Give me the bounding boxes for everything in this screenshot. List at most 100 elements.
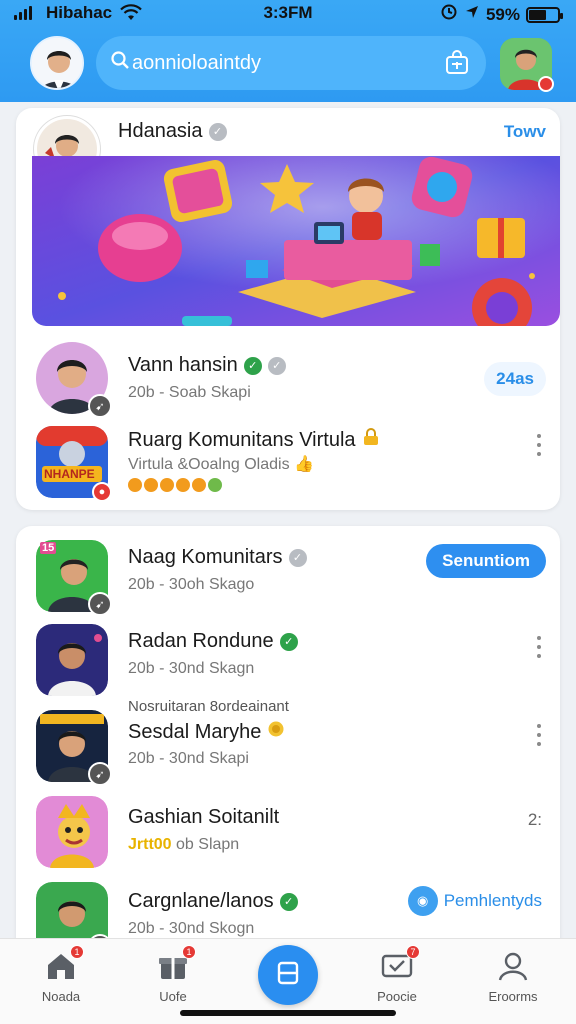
row-title: Vann hansin ✓ ✓ xyxy=(128,354,286,377)
trophy-icon xyxy=(267,720,285,744)
status-bar: Hibahac 3:3FM 59% xyxy=(0,0,576,28)
more-options-icon[interactable] xyxy=(534,724,544,746)
menu-icon xyxy=(275,960,301,991)
row-title-text: Cargnlane/lanos xyxy=(128,890,274,912)
more-options-icon[interactable] xyxy=(534,434,544,456)
lock-icon xyxy=(362,428,380,452)
row-subtitle: Virtula &Ooalng Oladis 👍 xyxy=(128,454,314,474)
row-subtitle-text: Virtula &Ooalng Oladis xyxy=(128,456,290,473)
search-bar[interactable] xyxy=(96,36,486,90)
app-header: Hibahac 3:3FM 59% xyxy=(0,0,576,102)
featured-card: ➹ Hdanasia ✓ Towv xyxy=(16,108,560,510)
nav-label: Uofe xyxy=(159,989,187,1004)
follow-icon[interactable]: ➹ xyxy=(88,592,112,616)
list-item[interactable]: 15 ➹ Naag Komunitars ✓ 20b - 30oh Skago … xyxy=(16,540,560,620)
community-link-text: Pemhlentyds xyxy=(443,891,542,910)
community-thumb xyxy=(36,796,108,868)
community-link-icon: ◉ xyxy=(407,886,438,916)
verified-icon: ✓ xyxy=(208,122,227,141)
user-avatar: ➹ xyxy=(36,342,112,418)
row-subtitle-text: ob Slapn xyxy=(176,836,240,853)
row-title-text: Vann hansin xyxy=(128,354,238,376)
verified-icon: ✓ xyxy=(267,356,286,375)
search-input[interactable] xyxy=(132,51,432,75)
reaction-icons xyxy=(128,478,222,492)
row-title: Ruarg Komunitans Virtula xyxy=(128,428,380,452)
time-button[interactable]: 24as xyxy=(484,362,546,396)
row-title: Gashian Soitanilt xyxy=(128,806,279,829)
community-thumb: NHANPE ● xyxy=(36,426,112,502)
verified-icon: ✓ xyxy=(243,356,262,375)
nav-label: Eroorms xyxy=(488,989,538,1004)
row-subtitle: 20b - 30nd Skagn xyxy=(128,660,255,677)
emoji-icon: 👍 xyxy=(294,456,314,473)
row-subtitle: 20b - Soab Skapi xyxy=(128,384,251,401)
row-subtitle: 20b - 30oh Skago xyxy=(128,576,255,593)
profile-avatar[interactable] xyxy=(30,36,84,90)
row-title: Sesdal Maryhe xyxy=(128,720,285,744)
row-title-text: Naag Komunitars xyxy=(128,546,283,568)
community-thumb: ➹ xyxy=(36,710,112,786)
search-icon xyxy=(110,50,130,76)
verified-icon: ✓ xyxy=(279,632,298,651)
row-title-text: Radan Rondune xyxy=(128,630,274,652)
notification-badge: 1 xyxy=(182,945,196,959)
follow-icon[interactable]: ➹ xyxy=(88,394,112,418)
more-options-icon[interactable] xyxy=(534,636,544,658)
row-subtitle: Jrtt00 ob Slapn xyxy=(128,836,239,854)
featured-banner[interactable] xyxy=(32,156,560,326)
featured-title: Hdanasia ✓ xyxy=(118,120,227,143)
notification-badge: 1 xyxy=(70,945,84,959)
list-item[interactable]: Gashian Soitanilt Jrtt00 ob Slapn 2: xyxy=(16,796,560,876)
location-icon xyxy=(464,4,480,25)
home-indicator[interactable] xyxy=(180,1010,396,1016)
nav-label: Poocie xyxy=(377,989,417,1004)
community-list-card: 15 ➹ Naag Komunitars ✓ 20b - 30oh Skago … xyxy=(16,526,560,958)
row-title-text: Gashian Soitanilt xyxy=(128,806,280,828)
shop-icon[interactable] xyxy=(444,50,470,76)
row-title-text: Sesdal Maryhe xyxy=(128,720,262,743)
list-item[interactable]: NHANPE ● Ruarg Komunitans Virtula Virtul… xyxy=(16,426,560,506)
status-right: 59% xyxy=(440,3,563,26)
nav-home[interactable]: 1 Noada xyxy=(16,945,106,1004)
list-item[interactable]: ➹ Vann hansin ✓ ✓ 20b - Soab Skapi 24as xyxy=(16,342,560,422)
home-icon: 1 xyxy=(44,945,84,983)
nav-chat[interactable]: 7 Poocie xyxy=(352,945,442,1004)
row-title-text: Ruarg Komunitans Virtula xyxy=(128,428,356,451)
row-side-label[interactable]: 2: xyxy=(528,810,542,830)
row-subtitle: 20b - 30nd Skapi xyxy=(128,750,249,767)
battery-percent: 59% xyxy=(485,4,520,24)
list-item[interactable]: Radan Rondune ✓ 20b - 30nd Skagn xyxy=(16,624,560,704)
notification-badge: 7 xyxy=(406,945,420,959)
community-link[interactable]: ◉ Pemhlentyds xyxy=(407,886,542,916)
nav-profile[interactable]: Eroorms xyxy=(468,949,558,1004)
nav-gifts[interactable]: 1 Uofe xyxy=(128,945,218,1004)
row-subtitle-highlight: Jrtt00 xyxy=(128,836,172,853)
thumb-tag: 15 xyxy=(40,542,57,554)
row-title: Radan Rondune ✓ xyxy=(128,630,298,653)
thumb-text: NHANPE xyxy=(44,467,95,481)
chat-icon: 7 xyxy=(380,945,420,983)
gift-icon: 1 xyxy=(156,945,196,983)
list-item[interactable]: ➹ Nosruitaran 8ordeainant Sesdal Maryhe … xyxy=(16,698,560,790)
friend-avatar[interactable] xyxy=(500,38,554,92)
verified-icon: ✓ xyxy=(288,548,307,567)
banner-illustration xyxy=(32,156,560,326)
row-subtitle: 20b - 30nd Skogn xyxy=(128,920,255,937)
nav-label: Noada xyxy=(41,989,81,1004)
verified-icon: ✓ xyxy=(279,892,298,911)
row-title: Naag Komunitars ✓ xyxy=(128,546,307,569)
battery-icon xyxy=(526,6,563,23)
community-thumb xyxy=(36,624,108,696)
alarm-icon xyxy=(440,3,458,26)
menu-button[interactable] xyxy=(258,945,318,1005)
profile-icon xyxy=(496,949,530,983)
live-icon: ● xyxy=(92,482,112,502)
follow-icon[interactable]: ➹ xyxy=(88,762,112,786)
row-title: Cargnlane/lanos ✓ xyxy=(128,890,298,913)
notification-dot xyxy=(538,76,554,92)
featured-action-link[interactable]: Towv xyxy=(504,122,546,142)
featured-title-text: Hdanasia xyxy=(118,120,203,142)
join-button[interactable]: Senuntiom xyxy=(426,544,546,578)
row-caption: Nosruitaran 8ordeainant xyxy=(128,698,289,715)
